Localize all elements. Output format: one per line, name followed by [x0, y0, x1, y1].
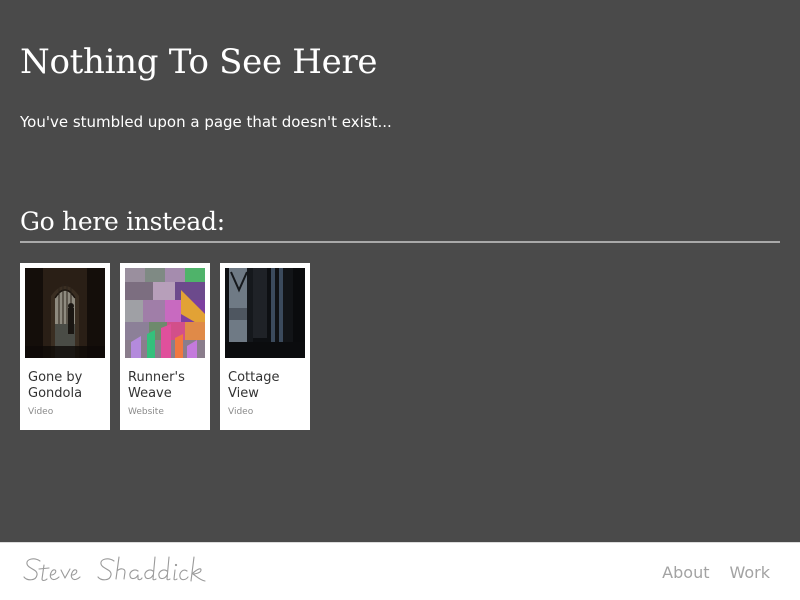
- main-content: Nothing To See Here You've stumbled upon…: [0, 0, 800, 542]
- page-subtitle: You've stumbled upon a page that doesn't…: [20, 113, 392, 131]
- card-cottage-view[interactable]: Cottage View Video: [220, 263, 310, 430]
- footer-nav: About Work: [662, 562, 770, 584]
- card-title: Gone by Gondola: [28, 370, 83, 401]
- section-heading: Go here instead:: [20, 207, 225, 236]
- card-title: Runner's Weave: [128, 370, 185, 401]
- pixel-art-thumbnail: [125, 268, 205, 358]
- card-title: Cottage View: [228, 370, 280, 401]
- window-view-thumbnail: [225, 268, 305, 358]
- nav-link-about[interactable]: About: [662, 562, 709, 584]
- site-footer: About Work: [0, 542, 800, 600]
- card-type-label: Video: [228, 407, 254, 417]
- nav-link-work[interactable]: Work: [729, 562, 770, 584]
- page-title: Nothing To See Here: [20, 42, 378, 82]
- gondola-doorway-thumbnail: [25, 268, 105, 358]
- suggested-cards: Gone by Gondola Video Runner's Weave Web…: [20, 263, 310, 430]
- signature-logo[interactable]: [22, 553, 212, 589]
- card-gone-by-gondola[interactable]: Gone by Gondola Video: [20, 263, 110, 430]
- card-type-label: Website: [128, 407, 164, 417]
- section-divider: [20, 241, 780, 243]
- card-runners-weave[interactable]: Runner's Weave Website: [120, 263, 210, 430]
- card-type-label: Video: [28, 407, 54, 417]
